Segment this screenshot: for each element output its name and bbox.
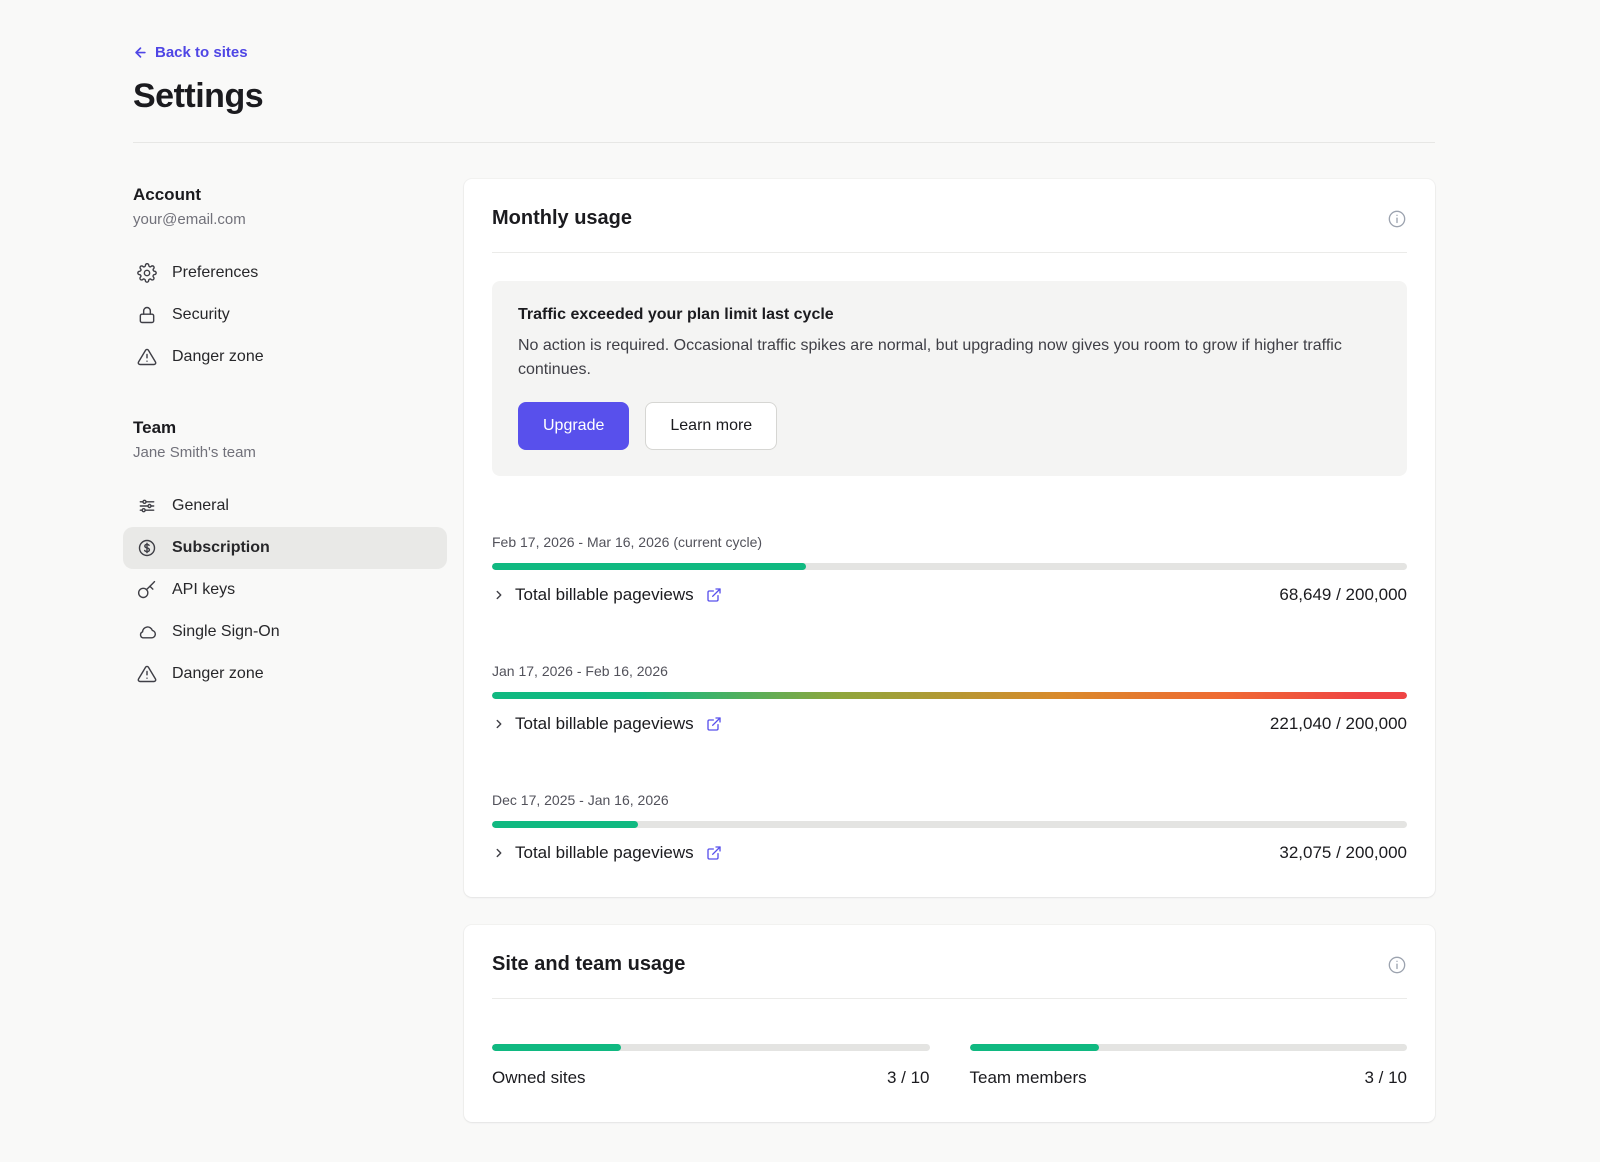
external-link-icon[interactable] (706, 587, 722, 603)
page-title: Settings (133, 77, 1435, 116)
team-members-progress-fill (970, 1044, 1099, 1051)
sliders-icon (137, 496, 157, 516)
chevron-right-icon[interactable] (492, 717, 506, 731)
usage-cycle-previous: Jan 17, 2026 - Feb 16, 2026 Total billab… (492, 663, 1407, 734)
back-to-sites-label: Back to sites (155, 44, 248, 61)
chevron-right-icon[interactable] (492, 846, 506, 860)
sidebar-item-label: Subscription (172, 539, 270, 557)
notice-title: Traffic exceeded your plan limit last cy… (518, 306, 1381, 324)
account-nav: Preferences Security Danger zone (133, 252, 447, 378)
warning-triangle-icon (137, 664, 157, 684)
chevron-right-icon[interactable] (492, 588, 506, 602)
info-circle-icon[interactable] (1387, 955, 1407, 975)
sidebar-item-label: Security (172, 306, 230, 324)
external-link-icon[interactable] (706, 716, 722, 732)
team-members-metric: Team members 3 / 10 (970, 1031, 1408, 1088)
sidebar-item-label: API keys (172, 581, 235, 599)
cycle-period: Dec 17, 2025 - Jan 16, 2026 (492, 792, 1407, 808)
sidebar-item-label: Danger zone (172, 665, 264, 683)
metric-label: Team members (970, 1068, 1087, 1088)
settings-main: Monthly usage Traffic exceeded your plan… (464, 179, 1435, 1122)
usage-progress-track (492, 563, 1407, 570)
owned-sites-metric: Owned sites 3 / 10 (492, 1031, 930, 1088)
team-name: Jane Smith's team (133, 444, 464, 461)
sidebar-item-label: Single Sign-On (172, 623, 280, 641)
learn-more-button[interactable]: Learn more (645, 402, 777, 450)
owned-sites-progress-track (492, 1044, 930, 1051)
sidebar-item-subscription[interactable]: Subscription (123, 527, 447, 569)
external-link-icon[interactable] (706, 845, 722, 861)
usage-cycle-older: Dec 17, 2025 - Jan 16, 2026 Total billab… (492, 792, 1407, 863)
team-nav: General Subscription API keys (133, 485, 447, 695)
upgrade-button[interactable]: Upgrade (518, 402, 629, 450)
traffic-exceeded-notice: Traffic exceeded your plan limit last cy… (492, 281, 1407, 476)
usage-progress-fill (492, 563, 806, 570)
cycle-label: Total billable pageviews (515, 714, 694, 734)
sidebar-item-security[interactable]: Security (123, 294, 447, 336)
team-members-progress-track (970, 1044, 1408, 1051)
sidebar-item-general[interactable]: General (123, 485, 447, 527)
gear-icon (137, 263, 157, 283)
sidebar-item-single-sign-on[interactable]: Single Sign-On (123, 611, 447, 653)
cloud-icon (137, 622, 157, 642)
notice-body: No action is required. Occasional traffi… (518, 334, 1381, 382)
site-team-usage-title: Site and team usage (492, 953, 685, 976)
usage-cycle-current: Feb 17, 2026 - Mar 16, 2026 (current cyc… (492, 534, 1407, 605)
account-section-heading: Account (133, 185, 464, 205)
team-section-heading: Team (133, 418, 464, 438)
usage-progress-fill (492, 821, 638, 828)
sidebar-item-api-keys[interactable]: API keys (123, 569, 447, 611)
site-team-usage-card: Site and team usage Owned sites 3 / 10 (464, 925, 1435, 1122)
metric-value: 3 / 10 (887, 1068, 930, 1088)
sidebar-item-danger-zone-team[interactable]: Danger zone (123, 653, 447, 695)
header-divider (133, 142, 1435, 143)
cycle-usage-value: 221,040 / 200,000 (1270, 714, 1407, 734)
back-to-sites-link[interactable]: Back to sites (133, 44, 248, 61)
settings-sidebar: Account your@email.com Preferences Secur… (133, 179, 464, 1122)
card-divider (492, 998, 1407, 999)
cycle-period: Jan 17, 2026 - Feb 16, 2026 (492, 663, 1407, 679)
sidebar-item-label: General (172, 497, 229, 515)
owned-sites-progress-fill (492, 1044, 621, 1051)
lock-icon (137, 305, 157, 325)
usage-progress-fill-over-limit (492, 692, 1407, 699)
info-circle-icon[interactable] (1387, 209, 1407, 229)
sidebar-item-label: Danger zone (172, 348, 264, 366)
key-icon (137, 580, 157, 600)
monthly-usage-title: Monthly usage (492, 207, 632, 230)
cycle-usage-value: 68,649 / 200,000 (1279, 585, 1407, 605)
cycle-usage-value: 32,075 / 200,000 (1279, 843, 1407, 863)
usage-progress-track (492, 821, 1407, 828)
metric-value: 3 / 10 (1364, 1068, 1407, 1088)
account-email: your@email.com (133, 211, 464, 228)
cycle-label: Total billable pageviews (515, 585, 694, 605)
sidebar-item-label: Preferences (172, 264, 258, 282)
card-divider (492, 252, 1407, 253)
sidebar-item-preferences[interactable]: Preferences (123, 252, 447, 294)
cycle-period: Feb 17, 2026 - Mar 16, 2026 (current cyc… (492, 534, 1407, 550)
warning-triangle-icon (137, 347, 157, 367)
dollar-circle-icon (137, 538, 157, 558)
cycle-label: Total billable pageviews (515, 843, 694, 863)
settings-page: Back to sites Settings Account your@emai… (0, 0, 1600, 1162)
sidebar-item-danger-zone-account[interactable]: Danger zone (123, 336, 447, 378)
arrow-left-icon (133, 45, 148, 60)
metric-label: Owned sites (492, 1068, 586, 1088)
usage-progress-track (492, 692, 1407, 699)
monthly-usage-card: Monthly usage Traffic exceeded your plan… (464, 179, 1435, 897)
